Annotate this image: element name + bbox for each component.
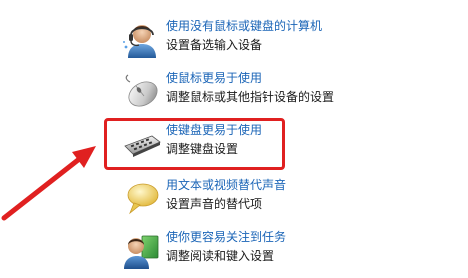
option-text-video-sound[interactable]: 用文本或视频替代声音 设置声音的替代项 bbox=[120, 177, 460, 223]
option-title[interactable]: 用文本或视频替代声音 bbox=[166, 177, 286, 193]
option-mouse[interactable]: 使鼠标更易于使用 调整鼠标或其他指针设备的设置 bbox=[120, 70, 460, 116]
ease-of-access-page: 使用没有鼠标或键盘的计算机 设置备选输入设备 使鼠标更易于使用 调整鼠标或其他指… bbox=[0, 0, 468, 278]
option-description: 调整鼠标或其他指针设备的设置 bbox=[166, 90, 335, 104]
user-with-headset-icon bbox=[122, 20, 162, 60]
option-title[interactable]: 使鼠标更易于使用 bbox=[166, 70, 262, 86]
option-description: 调整阅读和键入设置 bbox=[166, 249, 275, 263]
option-description: 设置备选输入设备 bbox=[166, 38, 263, 52]
option-description: 设置声音的替代项 bbox=[166, 197, 263, 211]
option-no-mouse-keyboard[interactable]: 使用没有鼠标或键盘的计算机 设置备选输入设备 bbox=[120, 18, 460, 64]
highlight-box bbox=[104, 118, 285, 170]
option-focus-tasks[interactable]: 使你更容易关注到任务 调整阅读和键入设置 bbox=[120, 229, 460, 275]
mouse-icon bbox=[122, 72, 162, 112]
user-with-document-icon bbox=[122, 231, 162, 271]
speech-bubble-icon bbox=[122, 179, 162, 219]
cut-off-heading-fragment bbox=[240, 0, 300, 4]
option-title[interactable]: 使用没有鼠标或键盘的计算机 bbox=[166, 18, 322, 34]
option-title[interactable]: 使你更容易关注到任务 bbox=[166, 229, 286, 245]
